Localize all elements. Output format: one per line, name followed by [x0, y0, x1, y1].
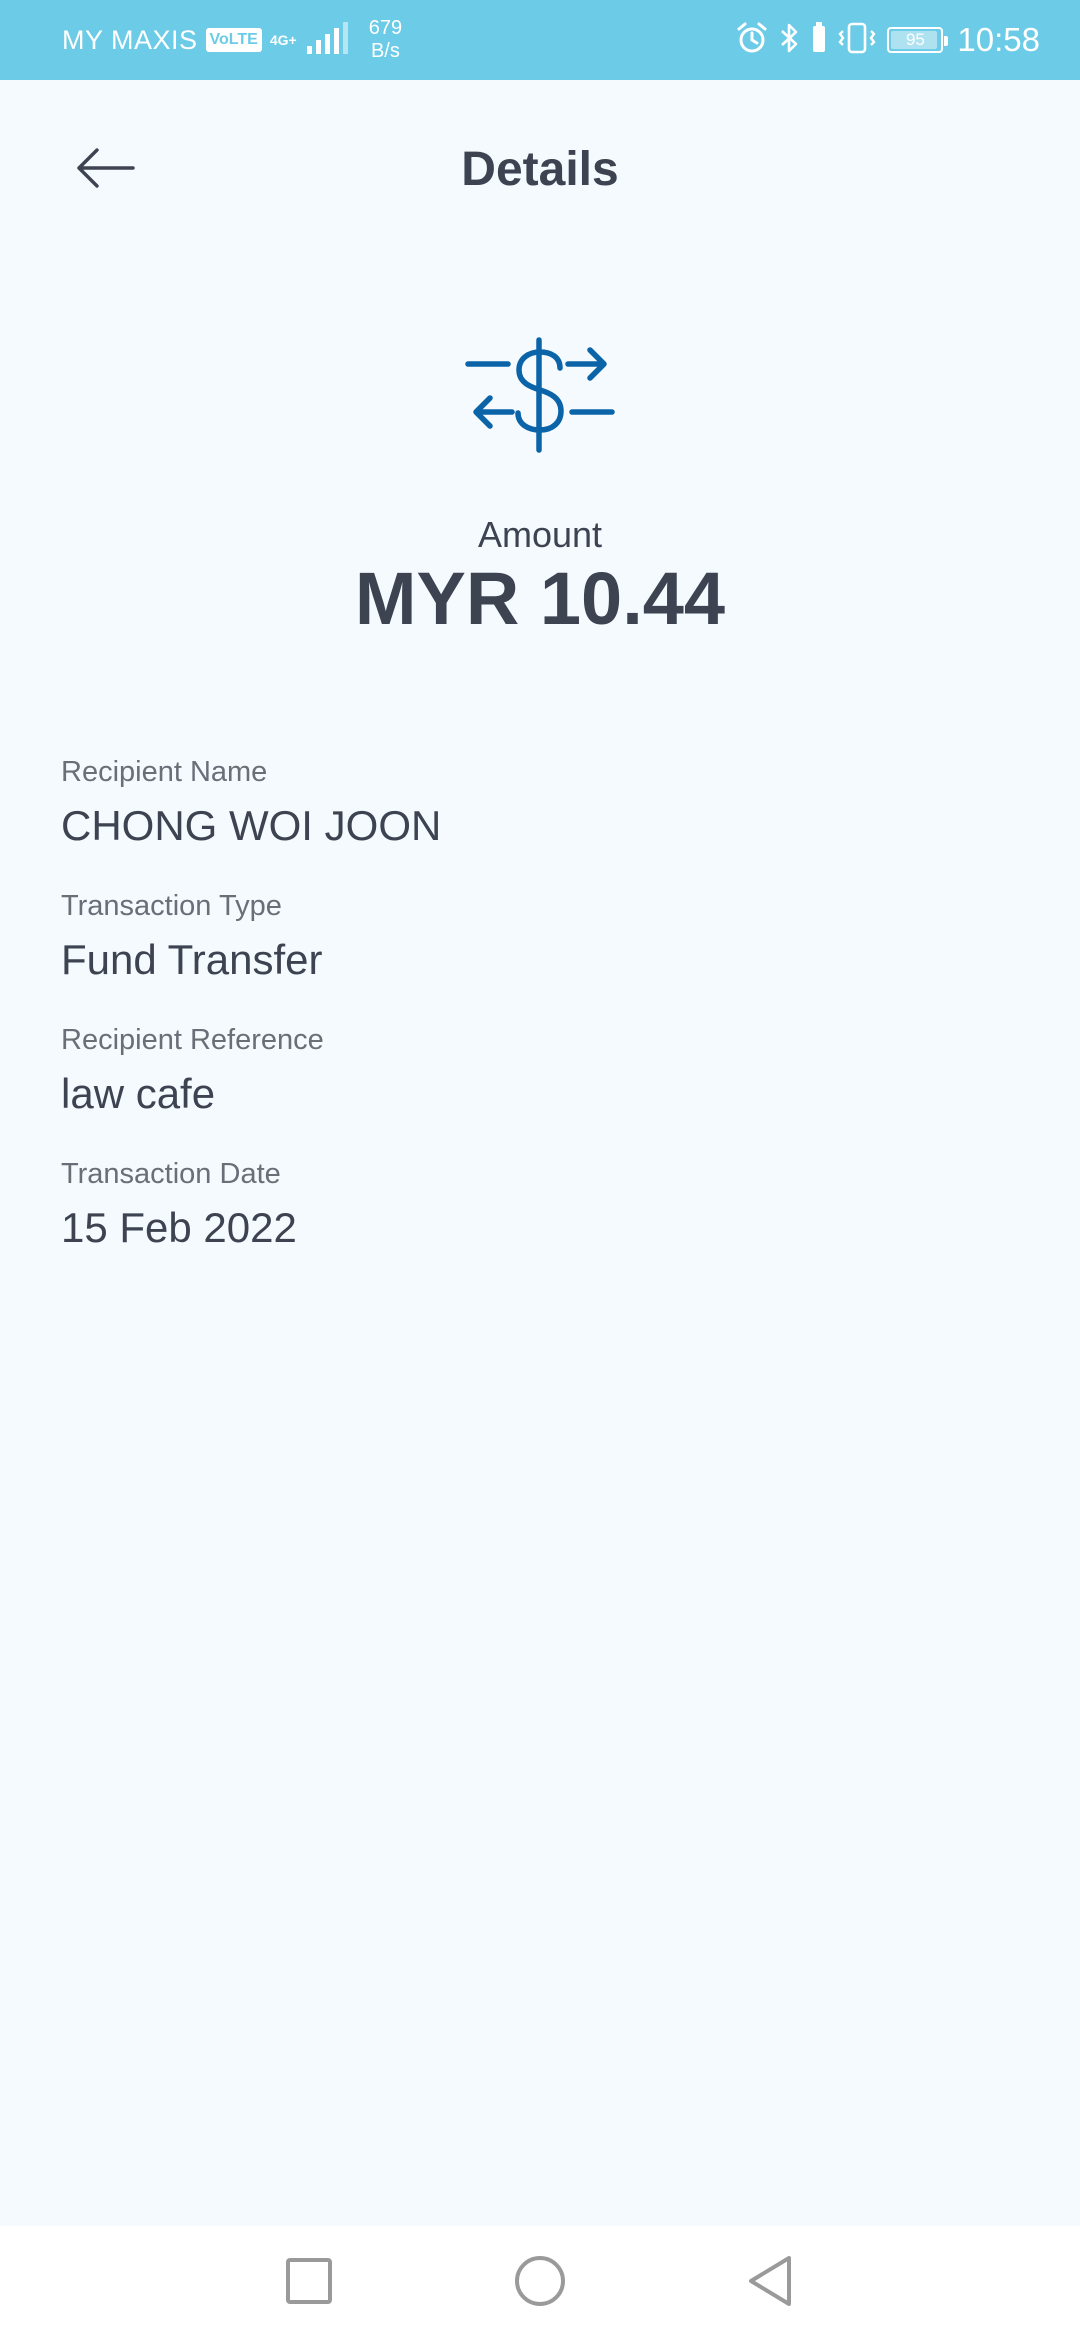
amount-label: Amount: [477, 514, 603, 555]
battery-indicator: 95: [887, 27, 949, 53]
money-transfer-icon: [460, 330, 620, 460]
signal-icon: [305, 20, 349, 61]
square-icon: [284, 2256, 334, 2311]
detail-recipient-reference: Recipient Reference law cafe: [61, 1020, 1021, 1154]
home-button[interactable]: [505, 2248, 575, 2318]
detail-label: Recipient Name: [61, 756, 268, 788]
vibrate-icon: [837, 21, 877, 60]
circle-icon: [513, 2254, 567, 2313]
alarm-icon: [735, 21, 769, 60]
speed-unit: B/s: [370, 40, 400, 62]
clock: 10:58: [957, 21, 1040, 58]
detail-transaction-date: Transaction Date 15 Feb 2022: [61, 1154, 1021, 1288]
page-title: Details: [461, 143, 619, 196]
detail-value: Fund Transfer: [61, 936, 323, 983]
detail-transaction-type: Transaction Type Fund Transfer: [61, 886, 1021, 1020]
status-bar: MY MAXIS VoLTE 4G+ 679 B/s 95 10:58: [0, 0, 1080, 80]
detail-label: Recipient Reference: [61, 1024, 324, 1056]
carrier-name: MY MAXIS: [62, 24, 198, 55]
detail-recipient-name: Recipient Name CHONG WOI JOON: [61, 752, 1021, 886]
detail-label: Transaction Type: [61, 890, 282, 922]
bluetooth-icon: [779, 21, 801, 60]
detail-value: law cafe: [61, 1070, 216, 1117]
status-left: MY MAXIS VoLTE 4G+ 679 B/s: [62, 0, 402, 80]
nav-back-button[interactable]: [735, 2248, 805, 2318]
battery-tip: [944, 36, 949, 46]
app-header: Details: [0, 80, 1080, 260]
details-list: Recipient Name CHONG WOI JOON Transactio…: [61, 752, 1021, 1288]
detail-value: 15 Feb 2022: [61, 1204, 297, 1251]
battery-saver-icon: [811, 21, 827, 59]
system-nav-bar: [0, 2226, 1080, 2340]
detail-value: CHONG WOI JOON: [61, 802, 442, 849]
network-speed: 679 B/s: [369, 17, 402, 63]
status-right: 95 10:58: [735, 0, 1040, 80]
amount-value: MYR 10.44: [354, 557, 726, 640]
battery-level: 95: [905, 30, 925, 49]
triangle-back-icon: [745, 2254, 795, 2313]
volte-badge: VoLTE: [205, 28, 262, 52]
network-type: 4G+: [269, 32, 297, 48]
detail-label: Transaction Date: [61, 1158, 281, 1190]
speed-value: 679: [368, 17, 403, 39]
recent-apps-button[interactable]: [274, 2248, 344, 2318]
